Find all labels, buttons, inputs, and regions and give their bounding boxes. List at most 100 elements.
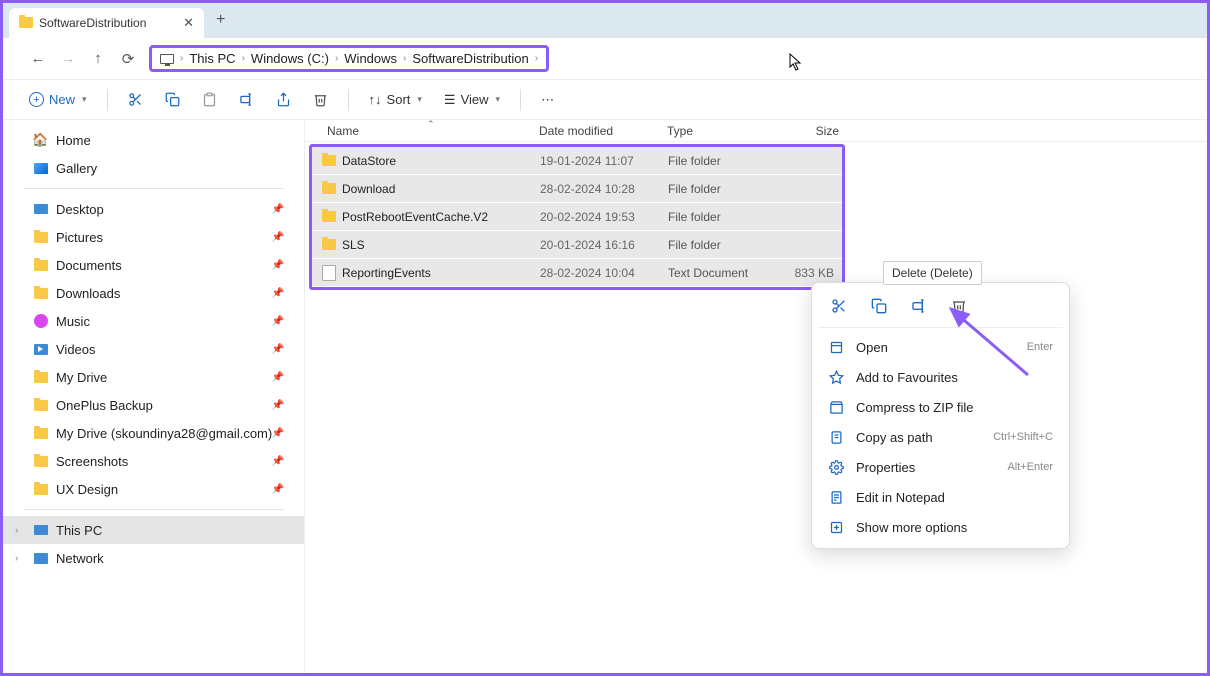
sidebar-item[interactable]: Downloads📌 [3, 279, 304, 307]
folder-icon [33, 454, 48, 469]
file-row[interactable]: DataStore19-01-2024 11:07File folder [312, 147, 842, 174]
pin-icon: 📌 [272, 400, 284, 411]
ctx-copy-button[interactable] [866, 293, 892, 319]
file-date: 19-01-2024 11:07 [540, 154, 668, 168]
pin-icon: 📌 [272, 204, 284, 215]
breadcrumb-item[interactable]: Windows [344, 51, 397, 66]
sidebar-item[interactable]: 🏠Home [3, 126, 304, 154]
column-size[interactable]: Size [773, 124, 839, 138]
forward-button[interactable]: → [53, 44, 83, 74]
sort-icon: ↑↓ [369, 92, 382, 107]
toolbar: + New ▾ ↑↓ Sort ▾ ☰ View ▾ ⋯ [3, 80, 1207, 120]
file-type: File folder [668, 182, 778, 196]
new-button[interactable]: + New ▾ [21, 86, 95, 114]
chevron-right-icon[interactable]: › [15, 525, 18, 536]
sidebar-item[interactable]: Pictures📌 [3, 223, 304, 251]
ctx-cut-button[interactable] [826, 293, 852, 319]
column-headers[interactable]: ⌃ Name Date modified Type Size [305, 120, 1207, 142]
ctx-shortcut: Enter [1027, 341, 1053, 353]
sidebar-label: Home [56, 133, 91, 148]
column-type[interactable]: Type [667, 124, 773, 138]
file-row[interactable]: ReportingEvents28-02-2024 10:04Text Docu… [312, 259, 842, 286]
sidebar-item[interactable]: ›Network [3, 544, 304, 572]
ctx-label: Open [856, 340, 888, 355]
sidebar-item[interactable]: OnePlus Backup 📌 [3, 391, 304, 419]
breadcrumb[interactable]: › This PC › Windows (C:) › Windows › Sof… [149, 45, 549, 72]
new-tab-button[interactable]: + [216, 11, 225, 29]
sidebar-label: Documents [56, 258, 122, 273]
sidebar-label: OnePlus Backup [56, 398, 153, 413]
file-type: Text Document [668, 266, 778, 280]
more-button[interactable]: ⋯ [533, 86, 562, 114]
breadcrumb-item[interactable]: This PC [189, 51, 235, 66]
view-icon: ☰ [444, 92, 456, 108]
props-icon [828, 459, 844, 475]
sidebar-item[interactable]: ›This PC [3, 516, 304, 544]
sidebar-item[interactable]: Screenshots📌 [3, 447, 304, 475]
ctx-rename-button[interactable] [906, 293, 932, 319]
breadcrumb-item[interactable]: SoftwareDistribution [412, 51, 528, 66]
sidebar-label: My Drive (skoundinya28@gmail.com) [56, 426, 272, 441]
open-icon [828, 339, 844, 355]
chevron-down-icon: ▾ [417, 94, 422, 105]
pin-icon: 📌 [272, 316, 284, 327]
chevron-right-icon: › [335, 53, 338, 64]
tooltip-delete: Delete (Delete) [883, 261, 982, 285]
sidebar-item[interactable]: UX Design📌 [3, 475, 304, 503]
tab-current[interactable]: SoftwareDistribution ✕ [9, 8, 204, 38]
view-button[interactable]: ☰ View ▾ [436, 86, 508, 114]
share-button[interactable] [268, 86, 299, 114]
file-row[interactable]: PostRebootEventCache.V220-02-2024 19:53F… [312, 203, 842, 230]
column-name[interactable]: Name [305, 124, 539, 138]
navbar: ← → ↑ ⟳ › This PC › Windows (C:) › Windo… [3, 38, 1207, 80]
chevron-right-icon: › [180, 53, 183, 64]
ctx-label: Add to Favourites [856, 370, 958, 385]
folder-icon [33, 258, 48, 273]
delete-button[interactable] [305, 86, 336, 114]
folder-icon [33, 426, 48, 441]
sidebar-item[interactable]: Videos📌 [3, 335, 304, 363]
sidebar: 🏠HomeGalleryDesktop📌Pictures📌Documents📌D… [3, 120, 305, 673]
rename-button[interactable] [231, 86, 262, 114]
separator [107, 89, 108, 111]
file-name: PostRebootEventCache.V2 [342, 210, 488, 224]
file-row[interactable]: Download28-02-2024 10:28File folder [312, 175, 842, 202]
sidebar-label: Gallery [56, 161, 97, 176]
back-button[interactable]: ← [23, 44, 53, 74]
sidebar-item[interactable]: Music📌 [3, 307, 304, 335]
file-row[interactable]: SLS20-01-2024 16:16File folder [312, 231, 842, 258]
ctx-item[interactable]: Edit in Notepad [818, 482, 1063, 512]
breadcrumb-item[interactable]: Windows (C:) [251, 51, 329, 66]
separator [520, 89, 521, 111]
up-button[interactable]: ↑ [83, 44, 113, 74]
ctx-delete-button[interactable] [946, 293, 972, 319]
ctx-item[interactable]: Show more options [818, 512, 1063, 542]
sidebar-item[interactable]: Gallery [3, 154, 304, 182]
titlebar: SoftwareDistribution ✕ + [3, 3, 1207, 38]
ctx-item[interactable]: PropertiesAlt+Enter [818, 452, 1063, 482]
ctx-item[interactable]: Open Enter [818, 332, 1063, 362]
cut-button[interactable] [120, 86, 151, 114]
chevron-right-icon[interactable]: › [15, 553, 18, 564]
ctx-item[interactable]: Compress to ZIP file [818, 392, 1063, 422]
ctx-item[interactable]: Copy as pathCtrl+Shift+C [818, 422, 1063, 452]
copypath-icon [828, 429, 844, 445]
column-date[interactable]: Date modified [539, 124, 667, 138]
sort-button[interactable]: ↑↓ Sort ▾ [361, 86, 430, 114]
pin-icon: 📌 [272, 428, 284, 439]
refresh-button[interactable]: ⟳ [113, 44, 143, 74]
copy-button[interactable] [157, 86, 188, 114]
content-area: ⌃ Name Date modified Type Size DataStore… [305, 120, 1207, 673]
sidebar-item[interactable]: Desktop 📌 [3, 195, 304, 223]
paste-button[interactable] [194, 86, 225, 114]
pin-icon: 📌 [272, 484, 284, 495]
separator [348, 89, 349, 111]
sidebar-item[interactable]: Documents📌 [3, 251, 304, 279]
close-tab-icon[interactable]: ✕ [183, 15, 194, 31]
folder-icon [33, 482, 48, 497]
sidebar-label: Desktop [56, 202, 104, 217]
pin-icon: 📌 [272, 372, 284, 383]
sidebar-item[interactable]: My Drive📌 [3, 363, 304, 391]
sidebar-item[interactable]: My Drive (skoundinya28@gmail.com)📌 [3, 419, 304, 447]
ctx-item[interactable]: Add to Favourites [818, 362, 1063, 392]
